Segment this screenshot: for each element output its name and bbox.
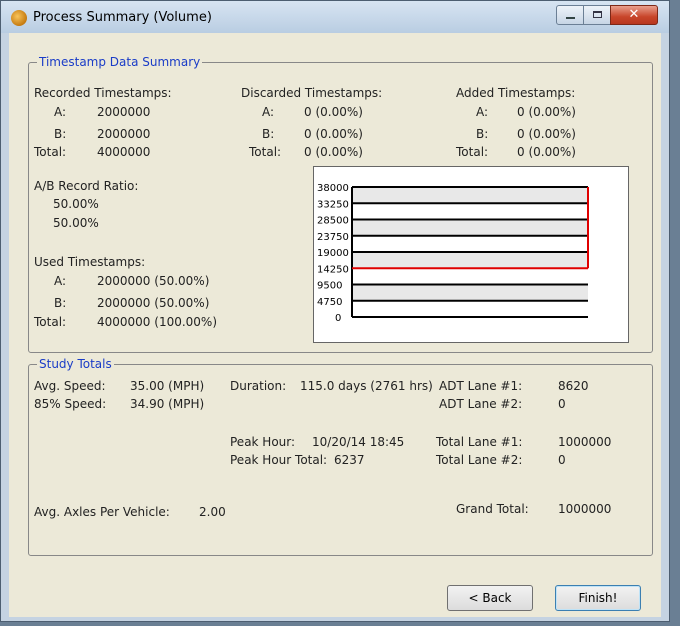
adt-lane1-label: ADT Lane #1: xyxy=(439,379,523,393)
added-a-label: A: xyxy=(476,105,489,119)
maximize-icon xyxy=(593,11,602,18)
process-summary-window: Process Summary (Volume) ✕ Timestamp Dat… xyxy=(0,0,670,622)
peak-hour-total-value: 6237 xyxy=(334,453,365,467)
recorded-total-label: Total: xyxy=(34,145,67,159)
total-lane1-value: 1000000 xyxy=(558,435,612,449)
used-total-value: 4000000 (100.00%) xyxy=(97,315,218,329)
grand-total-label: Grand Total: xyxy=(456,502,529,516)
chart-tick-label: 14250 xyxy=(317,264,349,275)
avg-speed-label: Avg. Speed: xyxy=(34,379,106,393)
used-heading: Used Timestamps: xyxy=(34,255,146,269)
recorded-total-value: 4000000 xyxy=(97,145,151,159)
used-total-label: Total: xyxy=(34,315,67,329)
recorded-heading: Recorded Timestamps: xyxy=(34,86,172,100)
avg-axles-label: Avg. Axles Per Vehicle: xyxy=(34,505,170,519)
minimize-button[interactable] xyxy=(556,5,584,25)
adt-lane2-label: ADT Lane #2: xyxy=(439,397,523,411)
timestamp-chart-svg: 38000 33250 28500 23750 19000 14250 9500 4750 0 xyxy=(317,183,589,324)
grand-total-value: 1000000 xyxy=(558,502,612,516)
used-b-label: B: xyxy=(54,296,67,310)
peak-hour-label: Peak Hour: xyxy=(230,435,296,449)
study-totals-legend: Study Totals xyxy=(37,357,114,371)
chart-band xyxy=(352,284,588,301)
adt-lane1-value: 8620 xyxy=(558,379,589,393)
used-a-label: A: xyxy=(54,274,67,288)
timestamp-chart: 38000 33250 28500 23750 19000 14250 9500 4750 0 xyxy=(313,166,629,343)
total-lane2-label: Total Lane #2: xyxy=(436,453,523,467)
chart-tick-label: 0 xyxy=(335,313,341,324)
recorded-a-value: 2000000 xyxy=(97,105,151,119)
maximize-button[interactable] xyxy=(583,5,611,25)
chart-tick-label: 23750 xyxy=(317,232,349,243)
added-a-value: 0 (0.00%) xyxy=(517,105,576,119)
back-button-label: < Back xyxy=(468,591,512,605)
added-total-value: 0 (0.00%) xyxy=(517,145,576,159)
chart-tick-label: 4750 xyxy=(317,297,342,308)
discarded-heading: Discarded Timestamps: xyxy=(241,86,383,100)
back-button[interactable]: < Back xyxy=(447,585,533,611)
chart-band xyxy=(352,252,588,269)
discarded-b-label: B: xyxy=(262,127,275,141)
recorded-a-label: A: xyxy=(54,105,67,119)
ratio-b-value: 50.00% xyxy=(53,216,99,230)
ratio-heading: A/B Record Ratio: xyxy=(34,179,139,193)
avg-axles-value: 2.00 xyxy=(199,505,226,519)
chart-band xyxy=(352,187,588,204)
chart-tick-label: 9500 xyxy=(317,281,342,292)
chart-tick-label: 38000 xyxy=(317,183,349,194)
window-title: Process Summary (Volume) xyxy=(33,10,212,25)
adt-lane2-value: 0 xyxy=(558,397,566,411)
title-bar[interactable]: Process Summary (Volume) ✕ xyxy=(1,1,669,33)
ratio-a-value: 50.00% xyxy=(53,197,99,211)
chart-tick-label: 19000 xyxy=(317,248,349,259)
total-lane1-label: Total Lane #1: xyxy=(436,435,523,449)
duration-label: Duration: xyxy=(230,379,287,393)
added-b-label: B: xyxy=(476,127,489,141)
minimize-icon xyxy=(566,17,575,19)
peak-hour-value: 10/20/14 18:45 xyxy=(312,435,405,449)
discarded-total-value: 0 (0.00%) xyxy=(304,145,363,159)
peak-hour-total-label: Peak Hour Total: xyxy=(230,453,328,467)
chart-band xyxy=(352,219,588,236)
chart-tick-label: 28500 xyxy=(317,216,349,227)
used-b-value: 2000000 (50.00%) xyxy=(97,296,210,310)
app-icon xyxy=(11,10,27,26)
added-total-label: Total: xyxy=(456,145,489,159)
duration-value: 115.0 days (2761 hrs) xyxy=(300,379,433,393)
discarded-b-value: 0 (0.00%) xyxy=(304,127,363,141)
timestamp-summary-legend: Timestamp Data Summary xyxy=(37,55,203,69)
close-icon: ✕ xyxy=(628,7,640,22)
dialog-client-area: Timestamp Data Summary Recorded Timestam… xyxy=(9,33,661,617)
discarded-a-label: A: xyxy=(262,105,275,119)
speed85-label: 85% Speed: xyxy=(34,397,107,411)
speed85-value: 34.90 (MPH) xyxy=(130,397,205,411)
added-b-value: 0 (0.00%) xyxy=(517,127,576,141)
discarded-total-label: Total: xyxy=(249,145,282,159)
recorded-b-label: B: xyxy=(54,127,67,141)
used-a-value: 2000000 (50.00%) xyxy=(97,274,210,288)
recorded-b-value: 2000000 xyxy=(97,127,151,141)
total-lane2-value: 0 xyxy=(558,453,566,467)
avg-speed-value: 35.00 (MPH) xyxy=(130,379,205,393)
close-button[interactable]: ✕ xyxy=(610,5,658,25)
added-heading: Added Timestamps: xyxy=(456,86,576,100)
finish-button[interactable]: Finish! xyxy=(555,585,641,611)
finish-button-label: Finish! xyxy=(578,591,618,605)
chart-tick-label: 33250 xyxy=(317,199,349,210)
discarded-a-value: 0 (0.00%) xyxy=(304,105,363,119)
